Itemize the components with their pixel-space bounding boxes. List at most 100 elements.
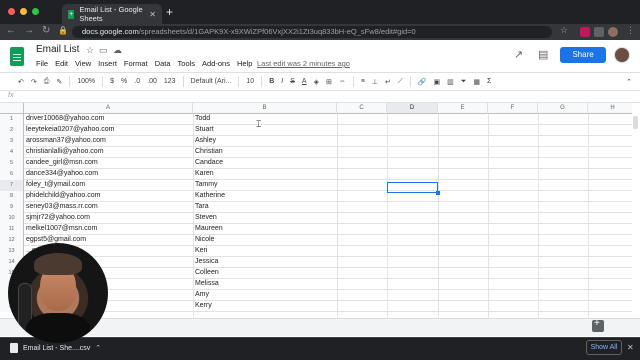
last-edit-link[interactable]: Last edit was 2 minutes ago (257, 59, 350, 68)
column-header-b[interactable]: B (193, 103, 337, 114)
menu-file[interactable]: File (36, 59, 48, 68)
filter-views-icon[interactable]: ▦ (473, 78, 480, 86)
select-all-corner[interactable] (0, 103, 24, 114)
menu-data[interactable]: Data (155, 59, 171, 68)
back-icon[interactable]: ← (6, 25, 16, 36)
name-cell[interactable]: Jessica (193, 257, 336, 267)
activity-trend-icon[interactable]: ↗ (514, 48, 523, 61)
name-cell[interactable]: Candace (193, 158, 336, 168)
column-header-c[interactable]: C (337, 103, 387, 114)
undo-icon[interactable]: ↶ (18, 78, 24, 86)
name-cell[interactable]: Keri (193, 246, 336, 256)
menu-view[interactable]: View (75, 59, 91, 68)
name-cell[interactable]: Kerry (193, 301, 336, 311)
email-cell[interactable]: dance334@yahoo.com (24, 169, 192, 179)
valign-icon[interactable]: ⊥ (372, 78, 378, 86)
sheets-logo-icon[interactable] (10, 47, 24, 66)
row-number[interactable]: 12 (0, 235, 24, 246)
menu-help[interactable]: Help (237, 59, 252, 68)
show-all-downloads-button[interactable]: Show All (586, 340, 622, 355)
extension-icon[interactable] (580, 27, 590, 37)
email-cell[interactable]: melkel1007@msn.com (24, 224, 192, 234)
increase-decimal-button[interactable]: .00 (147, 78, 157, 85)
name-cell[interactable]: Todd (193, 114, 336, 124)
share-button[interactable]: Share (560, 47, 606, 63)
name-cell[interactable]: Amy (193, 290, 336, 300)
menu-insert[interactable]: Insert (98, 59, 117, 68)
row-number[interactable]: 2 (0, 125, 24, 136)
vertical-scrollbar[interactable] (633, 116, 638, 129)
bookmark-star-icon[interactable]: ☆ (560, 25, 568, 36)
name-cell[interactable]: Colleen (193, 268, 336, 278)
collapse-toolbar-icon[interactable]: ⌃ (626, 78, 632, 86)
close-window-icon[interactable] (8, 8, 15, 15)
close-tab-icon[interactable]: ✕ (149, 10, 156, 19)
percent-format-button[interactable]: % (121, 78, 127, 85)
new-tab-icon[interactable]: + (166, 5, 173, 19)
email-cell[interactable]: christianlalli@yahoo.com (24, 147, 192, 157)
row-number[interactable]: 9 (0, 202, 24, 213)
more-formats-button[interactable]: 123 (164, 78, 176, 85)
decrease-decimal-button[interactable]: .0 (134, 78, 140, 85)
maximize-window-icon[interactable] (32, 8, 39, 15)
explore-icon[interactable] (592, 318, 604, 332)
row-number[interactable]: 6 (0, 169, 24, 180)
insert-chart-icon[interactable]: ▥ (447, 78, 454, 86)
functions-icon[interactable]: Σ (487, 78, 491, 85)
name-cell[interactable]: Steven (193, 213, 336, 223)
name-cell[interactable]: Nicole (193, 235, 336, 245)
name-cell[interactable]: Ashley (193, 136, 336, 146)
filter-icon[interactable]: ⏷ (461, 78, 467, 86)
text-wrap-icon[interactable]: ↵ (385, 78, 391, 86)
email-cell[interactable]: candee_girl@msn.com (24, 158, 192, 168)
column-header-f[interactable]: F (488, 103, 538, 114)
name-cell[interactable]: Karen (193, 169, 336, 179)
font-select[interactable]: Default (Ari... (191, 78, 232, 85)
name-cell[interactable]: Maureen (193, 224, 336, 234)
menu-addons[interactable]: Add-ons (202, 59, 230, 68)
name-cell[interactable]: Katherine (193, 191, 336, 201)
strikethrough-button[interactable]: S (290, 78, 295, 85)
row-number[interactable]: 8 (0, 191, 24, 202)
email-cell[interactable]: sjmjr72@yahoo.com (24, 213, 192, 223)
url-field[interactable]: docs.google.com/spreadsheets/d/1GAPK9X-x… (72, 26, 552, 38)
browser-tab[interactable]: + Email List - Google Sheets ✕ (62, 4, 162, 24)
reload-icon[interactable]: ↻ (42, 25, 50, 36)
email-cell[interactable]: seney03@mass.rr.com (24, 202, 192, 212)
minimize-window-icon[interactable] (20, 8, 27, 15)
account-avatar[interactable] (614, 47, 630, 63)
email-cell[interactable]: arossman37@yahoo.com (24, 136, 192, 146)
forward-icon[interactable]: → (24, 25, 34, 36)
borders-icon[interactable]: ⊞ (326, 78, 332, 86)
text-color-button[interactable]: A (302, 78, 307, 85)
fill-color-icon[interactable]: ◈ (314, 78, 319, 86)
document-title[interactable]: Email List (36, 44, 79, 55)
row-number[interactable]: 11 (0, 224, 24, 235)
paint-format-icon[interactable]: ✎ (56, 78, 62, 86)
font-size-select[interactable]: 10 (246, 78, 254, 85)
menu-tools[interactable]: Tools (178, 59, 196, 68)
column-header-d[interactable]: D (387, 103, 438, 114)
formula-bar[interactable]: fx (0, 91, 640, 103)
name-cell[interactable]: Tara (193, 202, 336, 212)
row-number[interactable]: 7 (0, 180, 24, 191)
name-cell[interactable]: Christian (193, 147, 336, 157)
selected-cell-d7[interactable] (387, 182, 440, 195)
print-icon[interactable]: ⎙ (44, 78, 50, 86)
downloaded-file-item[interactable]: Email List - She....csv ⌃ (10, 343, 101, 353)
column-header-h[interactable]: H (588, 103, 632, 114)
column-header-g[interactable]: G (538, 103, 588, 114)
insert-link-icon[interactable]: 🔗 (418, 78, 427, 86)
row-number[interactable]: 5 (0, 158, 24, 169)
align-left-icon[interactable]: ≡ (361, 78, 365, 85)
row-number[interactable]: 4 (0, 147, 24, 158)
close-downloads-icon[interactable]: ✕ (627, 343, 634, 352)
bold-button[interactable]: B (269, 78, 274, 85)
row-number[interactable]: 3 (0, 136, 24, 147)
name-cell[interactable]: Tammy (193, 180, 336, 190)
profile-avatar-icon[interactable] (608, 27, 618, 37)
insert-comment-icon[interactable]: ▣ (434, 78, 441, 86)
menu-format[interactable]: Format (124, 59, 148, 68)
row-number[interactable]: 13 (0, 246, 24, 257)
star-icon[interactable]: ☆ (86, 45, 94, 56)
